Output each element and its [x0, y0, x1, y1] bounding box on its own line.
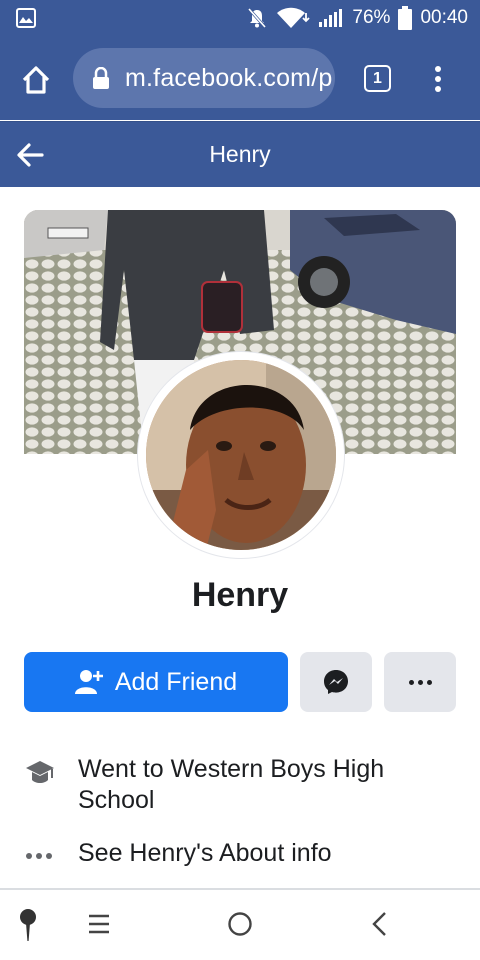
profile-name: Henry	[191, 576, 289, 614]
battery-icon	[398, 6, 413, 30]
education-row[interactable]: Went to Western Boys High School	[24, 754, 456, 816]
more-icon[interactable]	[384, 652, 456, 712]
wifi-icon	[276, 7, 311, 29]
page-title: Henry	[209, 141, 271, 167]
system-nav-bar	[0, 890, 480, 960]
graduation-cap-icon	[26, 761, 54, 783]
tab-switcher-button[interactable]: 1	[364, 65, 391, 92]
url-text: m.facebook.com/p	[125, 63, 333, 92]
add-friend-label: Add Friend	[114, 667, 238, 696]
add-friend-icon	[74, 670, 103, 694]
pin-icon[interactable]	[18, 908, 38, 942]
page-header: Henry	[0, 121, 480, 187]
about-info-link[interactable]: See Henry's About info	[78, 838, 332, 869]
avatar[interactable]	[146, 360, 336, 550]
status-bar: 76% 00:40	[0, 0, 480, 36]
messenger-icon	[324, 670, 348, 694]
address-bar[interactable]: m.facebook.com/p	[73, 48, 335, 108]
recents-icon[interactable]	[87, 914, 111, 934]
education-text: Went to Western Boys High School	[78, 755, 385, 814]
message-button[interactable]	[300, 652, 372, 712]
back-chevron-icon[interactable]	[370, 910, 388, 938]
gallery-icon	[16, 8, 36, 28]
ellipsis-icon	[26, 853, 52, 859]
battery-percent: 76%	[352, 7, 391, 28]
add-friend-button[interactable]: Add Friend	[24, 652, 288, 712]
home-circle-icon[interactable]	[227, 911, 253, 937]
lock-icon	[93, 67, 109, 89]
mute-icon	[246, 7, 268, 29]
browser-toolbar: m.facebook.com/p 1	[0, 36, 480, 120]
about-info-row[interactable]: See Henry's About info	[24, 838, 456, 869]
clock: 00:40	[420, 7, 468, 28]
overflow-menu-icon[interactable]	[428, 62, 448, 96]
home-icon[interactable]	[20, 64, 52, 96]
signal-icon	[318, 8, 344, 28]
